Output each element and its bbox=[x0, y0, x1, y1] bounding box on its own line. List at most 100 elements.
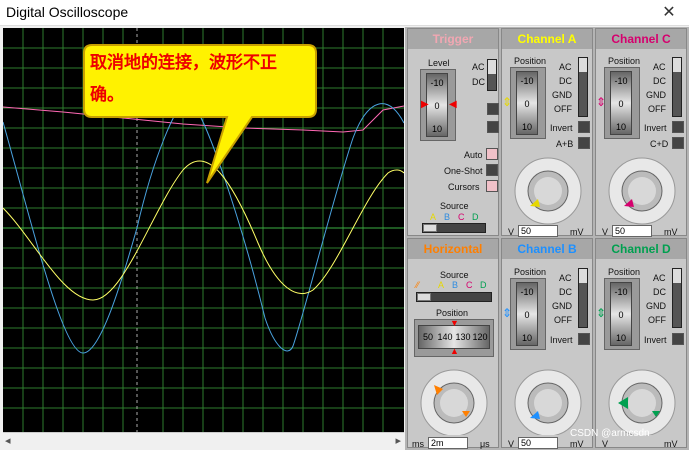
trigger-header: Trigger bbox=[408, 29, 498, 49]
title-bar: Digital Oscilloscope ✕ bbox=[0, 0, 689, 26]
trigger-auto-label: Auto bbox=[464, 150, 483, 160]
channel-d-dc-label: DC bbox=[653, 287, 666, 297]
level-arrow-left-icon: ▶ bbox=[421, 99, 429, 110]
scroll-left-icon[interactable]: ◂ bbox=[5, 434, 11, 447]
channel-d-invert-label: Invert bbox=[644, 335, 667, 345]
window-title: Digital Oscilloscope bbox=[6, 4, 129, 20]
channel-b-position-drum[interactable]: -10 0 10 bbox=[516, 282, 538, 346]
channel-c-updown-icon: ⇕ bbox=[596, 95, 607, 109]
channel-b-updown-icon: ⇕ bbox=[502, 306, 513, 320]
horizontal-source-slider[interactable] bbox=[416, 292, 492, 302]
channel-a-combine-label: A+B bbox=[556, 139, 574, 149]
channel-a-invert-label: Invert bbox=[550, 123, 573, 133]
channel-a-updown-icon: ⇕ bbox=[502, 95, 513, 109]
channel-c-unit-mv: mV bbox=[664, 227, 678, 237]
channel-a-invert-button[interactable] bbox=[578, 121, 590, 133]
horizontal-pos-arrow-down-icon: ▼ bbox=[450, 318, 459, 328]
channel-b-unit-mv: mV bbox=[570, 439, 584, 449]
trigger-cursors-button[interactable] bbox=[486, 180, 498, 192]
channel-d-section: Channel D Position -10 0 10 ⇕ AC DC GND … bbox=[595, 238, 687, 449]
channel-d-position-drum[interactable]: -10 0 10 bbox=[610, 282, 632, 346]
channel-d-volts-knob[interactable] bbox=[604, 363, 680, 435]
channel-a-volts-knob[interactable] bbox=[510, 151, 586, 225]
channel-d-unit-v: V bbox=[602, 439, 609, 449]
oscilloscope-window: Digital Oscilloscope ✕ ◂ ▸ 取消地的连接，波形不正确。… bbox=[0, 0, 689, 450]
trigger-dc-label: DC bbox=[472, 77, 485, 87]
channel-c-invert-button[interactable] bbox=[672, 121, 684, 133]
trigger-rising-edge-button[interactable] bbox=[487, 103, 499, 115]
channel-b-header: Channel B bbox=[502, 239, 592, 259]
channel-c-position-drum[interactable]: -10 0 10 bbox=[610, 71, 632, 135]
channel-c-invert-label: Invert bbox=[644, 123, 667, 133]
channel-c-dc-label: DC bbox=[653, 76, 666, 86]
horizontal-timebase-knob[interactable] bbox=[412, 363, 496, 435]
channel-b-gnd-label: GND bbox=[552, 301, 572, 311]
channel-b-invert-button[interactable] bbox=[578, 333, 590, 345]
channel-c-volts-knob[interactable] bbox=[604, 151, 680, 225]
channel-d-updown-icon: ⇕ bbox=[596, 306, 607, 320]
channel-c-section: Channel C Position -10 0 10 ⇕ AC DC GND … bbox=[595, 28, 687, 237]
horizontal-unit-us: μs bbox=[480, 439, 490, 449]
channel-c-position-label: Position bbox=[608, 56, 641, 66]
channel-c-combine-label: C+D bbox=[650, 139, 669, 149]
trigger-cursors-label: Cursors bbox=[448, 182, 480, 192]
channel-a-coupling-switch[interactable] bbox=[578, 57, 588, 117]
channel-d-coupling-switch[interactable] bbox=[672, 268, 682, 328]
trigger-section: Trigger Level -10 0 10 ▶ ◀ AC DC Auto On… bbox=[407, 28, 499, 236]
trigger-source-c: C bbox=[458, 212, 465, 222]
horizontal-source-c: C bbox=[466, 280, 473, 290]
channel-b-volts-field[interactable]: 50 bbox=[518, 437, 558, 449]
channel-b-dc-label: DC bbox=[559, 287, 572, 297]
channel-c-ac-label: AC bbox=[653, 62, 666, 72]
trigger-source-b: B bbox=[444, 212, 451, 222]
channel-b-off-label: OFF bbox=[554, 315, 572, 325]
channel-a-unit-mv: mV bbox=[570, 227, 584, 237]
channel-d-unit-mv: mV bbox=[664, 439, 678, 449]
channel-c-volts-field[interactable]: 50 bbox=[612, 225, 652, 237]
channel-a-section: Channel A Position -10 0 10 ⇕ AC DC GND … bbox=[501, 28, 593, 237]
trigger-level-label: Level bbox=[428, 58, 450, 68]
watermark-text: CSDN @armcsdn bbox=[570, 428, 650, 439]
horizontal-source-ext-icon: ⁄⁄ bbox=[416, 280, 420, 290]
horizontal-pos-arrow-up-icon: ▲ bbox=[450, 346, 459, 356]
close-icon[interactable]: ✕ bbox=[649, 0, 689, 26]
horizontal-time-field[interactable]: 2m bbox=[428, 437, 468, 449]
trigger-source-slider[interactable] bbox=[422, 223, 486, 233]
channel-b-volts-knob[interactable] bbox=[510, 363, 586, 435]
channel-d-header: Channel D bbox=[596, 239, 686, 259]
channel-d-invert-button[interactable] bbox=[672, 333, 684, 345]
horizontal-header: Horizontal bbox=[408, 239, 498, 259]
channel-c-unit-v: V bbox=[602, 227, 609, 237]
channel-c-off-label: OFF bbox=[648, 104, 666, 114]
channel-b-coupling-switch[interactable] bbox=[578, 268, 588, 328]
trigger-coupling-switch[interactable] bbox=[487, 59, 497, 91]
channel-a-position-label: Position bbox=[514, 56, 547, 66]
channel-c-combine-button[interactable] bbox=[672, 137, 684, 149]
channel-d-off-label: OFF bbox=[648, 315, 666, 325]
horizontal-position-label: Position bbox=[436, 308, 469, 318]
horizontal-source-a: A bbox=[438, 280, 445, 290]
horizontal-source-b: B bbox=[452, 280, 459, 290]
channel-a-combine-button[interactable] bbox=[578, 137, 590, 149]
channel-a-dc-label: DC bbox=[559, 76, 572, 86]
trigger-level-drum[interactable]: -10 0 10 bbox=[426, 73, 448, 137]
channel-b-position-label: Position bbox=[514, 267, 547, 277]
trigger-falling-edge-button[interactable] bbox=[487, 121, 499, 133]
horizontal-scrollbar[interactable]: ◂ ▸ bbox=[3, 432, 404, 449]
trigger-source-a: A bbox=[430, 212, 437, 222]
horizontal-source-label: Source bbox=[440, 270, 469, 280]
control-panel: Trigger Level -10 0 10 ▶ ◀ AC DC Auto On… bbox=[405, 27, 689, 450]
scroll-right-icon[interactable]: ▸ bbox=[395, 434, 401, 447]
channel-a-volts-field[interactable]: 50 bbox=[518, 225, 558, 237]
channel-d-gnd-label: GND bbox=[646, 301, 666, 311]
callout-text: 取消地的连接，波形不正确。 bbox=[90, 53, 277, 104]
annotation-callout: 取消地的连接，波形不正确。 bbox=[82, 43, 318, 184]
channel-b-invert-label: Invert bbox=[550, 335, 573, 345]
channel-c-header: Channel C bbox=[596, 29, 686, 49]
channel-a-position-drum[interactable]: -10 0 10 bbox=[516, 71, 538, 135]
channel-c-coupling-switch[interactable] bbox=[672, 57, 682, 117]
trigger-auto-button[interactable] bbox=[486, 148, 498, 160]
channel-d-position-label: Position bbox=[608, 267, 641, 277]
channel-a-header: Channel A bbox=[502, 29, 592, 49]
trigger-oneshot-button[interactable] bbox=[486, 164, 498, 176]
